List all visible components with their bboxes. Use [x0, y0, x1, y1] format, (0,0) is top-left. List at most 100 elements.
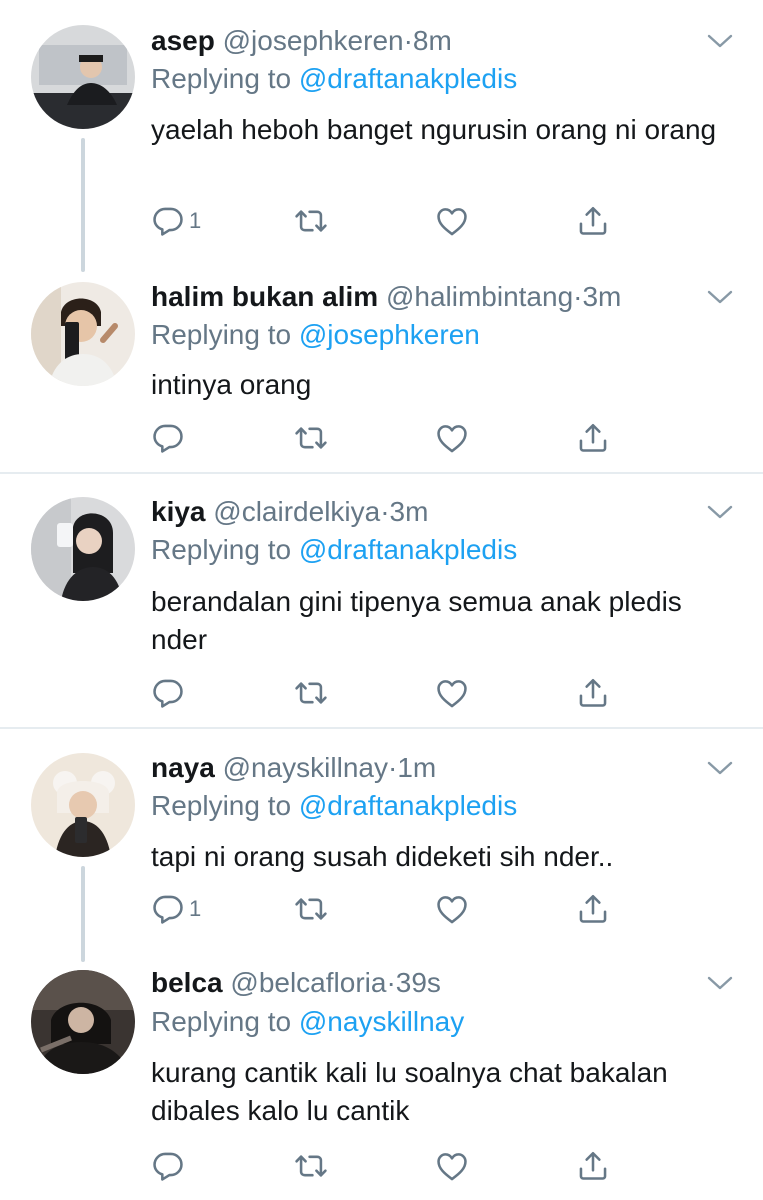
replying-mention[interactable]: @josephkeren: [299, 319, 480, 350]
thread-line: [81, 866, 85, 962]
retweet-button[interactable]: [294, 889, 328, 929]
timestamp[interactable]: 3m: [582, 281, 621, 312]
replying-to: Replying to @draftanakpledis: [151, 789, 517, 823]
tweet-actions: [151, 1146, 621, 1186]
retweet-button[interactable]: [294, 673, 328, 713]
share-icon: [576, 1149, 610, 1183]
replying-mention[interactable]: @draftanakpledis: [299, 790, 517, 821]
heart-icon: [435, 892, 469, 926]
reply-button[interactable]: [151, 418, 189, 458]
user-handle[interactable]: @josephkeren: [223, 25, 404, 56]
share-button[interactable]: [576, 201, 610, 241]
separator-dot: ·: [403, 25, 413, 56]
replying-label: Replying to: [151, 534, 292, 565]
tweet-header: halim bukan alim @halimbintang·3m: [151, 280, 621, 314]
share-icon: [576, 676, 610, 710]
replying-to: Replying to @josephkeren: [151, 318, 480, 352]
reply-icon: [151, 676, 185, 710]
tweet-header: belca @belcafloria·39s: [151, 966, 441, 1000]
tweet-header: asep @josephkeren·8m: [151, 24, 452, 58]
chevron-down-icon[interactable]: [705, 973, 735, 993]
display-name[interactable]: belca: [151, 967, 223, 998]
tweet-actions: 1: [151, 201, 621, 241]
share-button[interactable]: [576, 1146, 610, 1186]
tweet-header: kiya @clairdelkiya·3m: [151, 495, 428, 529]
display-name[interactable]: naya: [151, 752, 215, 783]
divider: [0, 472, 763, 474]
replying-to: Replying to @draftanakpledis: [151, 62, 517, 96]
reply-icon: [151, 1149, 185, 1183]
retweet-icon: [294, 421, 328, 455]
reply-count: 1: [189, 208, 202, 233]
like-button[interactable]: [435, 418, 469, 458]
display-name[interactable]: asep: [151, 25, 215, 56]
tweet-actions: [151, 673, 621, 713]
user-handle[interactable]: @nayskillnay: [223, 752, 388, 783]
retweet-icon: [294, 676, 328, 710]
user-handle[interactable]: @clairdelkiya: [213, 496, 380, 527]
replying-to: Replying to @draftanakpledis: [151, 533, 517, 567]
share-icon: [576, 892, 610, 926]
reply-count: 1: [189, 896, 202, 921]
share-button[interactable]: [576, 418, 610, 458]
separator-dot: ·: [380, 496, 390, 527]
thread-line: [81, 138, 85, 272]
retweet-button[interactable]: [294, 418, 328, 458]
like-button[interactable]: [435, 673, 469, 713]
timestamp[interactable]: 8m: [413, 25, 452, 56]
replying-label: Replying to: [151, 319, 292, 350]
divider: [0, 727, 763, 729]
share-icon: [576, 204, 610, 238]
reply-button[interactable]: 1: [151, 201, 201, 241]
reply-icon: [151, 421, 185, 455]
share-icon: [576, 421, 610, 455]
reply-icon: [151, 892, 185, 926]
replying-label: Replying to: [151, 790, 292, 821]
reply-icon: [151, 204, 185, 238]
replying-to: Replying to @nayskillnay: [151, 1005, 464, 1039]
chevron-down-icon[interactable]: [705, 287, 735, 307]
chevron-down-icon[interactable]: [705, 758, 735, 778]
user-handle[interactable]: @halimbintang: [386, 281, 573, 312]
avatar[interactable]: [31, 753, 135, 857]
display-name[interactable]: halim bukan alim: [151, 281, 378, 312]
retweet-button[interactable]: [294, 1146, 328, 1186]
timestamp[interactable]: 1m: [397, 752, 436, 783]
reply-button[interactable]: [151, 673, 189, 713]
tweet-text: tapi ni orang susah dideketi sih nder..: [151, 841, 614, 872]
reply-button[interactable]: [151, 1146, 189, 1186]
replying-mention[interactable]: @draftanakpledis: [299, 534, 517, 565]
retweet-icon: [294, 204, 328, 238]
retweet-button[interactable]: [294, 201, 328, 241]
avatar[interactable]: [31, 970, 135, 1074]
retweet-icon: [294, 892, 328, 926]
tweet-actions: [151, 418, 621, 458]
avatar[interactable]: [31, 497, 135, 601]
retweet-icon: [294, 1149, 328, 1183]
share-button[interactable]: [576, 889, 610, 929]
tweet-text: kurang cantik kali lu soalnya chat bakal…: [151, 1057, 668, 1126]
replying-mention[interactable]: @draftanakpledis: [299, 63, 517, 94]
like-button[interactable]: [435, 1146, 469, 1186]
replying-label: Replying to: [151, 63, 292, 94]
heart-icon: [435, 421, 469, 455]
reply-button[interactable]: 1: [151, 889, 201, 929]
replying-mention[interactable]: @nayskillnay: [299, 1006, 464, 1037]
tweet-actions: 1: [151, 889, 621, 929]
heart-icon: [435, 676, 469, 710]
share-button[interactable]: [576, 673, 610, 713]
timestamp[interactable]: 3m: [390, 496, 429, 527]
replying-label: Replying to: [151, 1006, 292, 1037]
timestamp[interactable]: 39s: [396, 967, 441, 998]
avatar[interactable]: [31, 25, 135, 129]
avatar[interactable]: [31, 282, 135, 386]
like-button[interactable]: [435, 201, 469, 241]
chevron-down-icon[interactable]: [705, 502, 735, 522]
separator-dot: ·: [387, 752, 398, 783]
chevron-down-icon[interactable]: [705, 31, 735, 51]
user-handle[interactable]: @belcafloria: [230, 967, 386, 998]
like-button[interactable]: [435, 889, 469, 929]
tweet-text: intinya orang: [151, 369, 312, 400]
tweet-text: yaelah heboh banget ngurusin orang ni or…: [151, 114, 717, 145]
display-name[interactable]: kiya: [151, 496, 206, 527]
